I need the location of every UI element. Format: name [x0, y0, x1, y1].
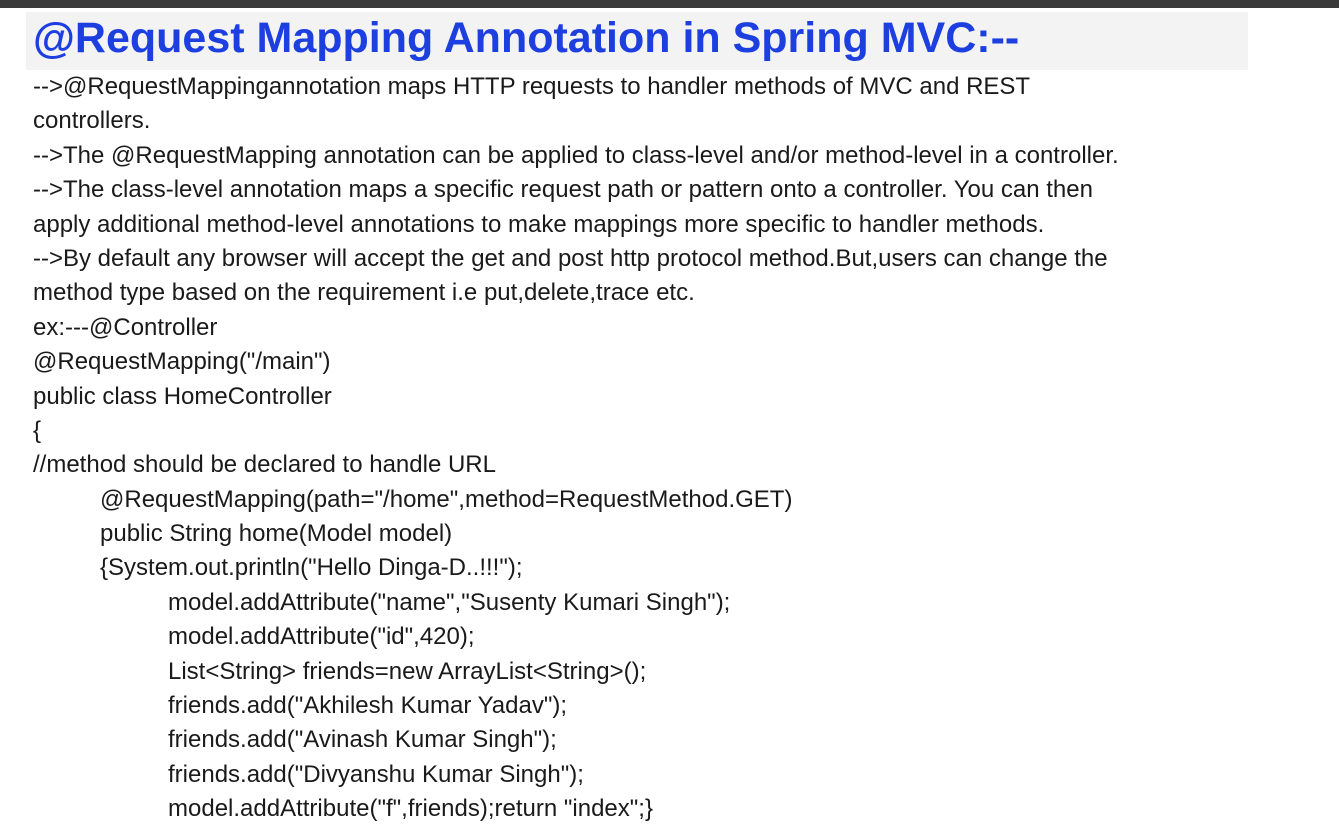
text-line: -->The class-level annotation maps a spe… — [33, 176, 1093, 204]
code-line: model.addAttribute("id",420); — [168, 623, 475, 651]
code-line: @RequestMapping("/main") — [33, 348, 331, 376]
text-line: method type based on the requirement i.e… — [33, 279, 695, 307]
code-line: public class HomeController — [33, 382, 332, 410]
code-line: model.addAttribute("name","Susenty Kumar… — [168, 588, 731, 616]
code-line: @RequestMapping(path="/home",method=Requ… — [100, 485, 793, 513]
code-line: public String home(Model model) — [100, 520, 453, 548]
page-title: @Request Mapping Annotation in Spring MV… — [33, 14, 1020, 62]
document-body: -->@RequestMappingannotation maps HTTP r… — [33, 70, 1323, 827]
code-line: model.addAttribute("f",friends);return "… — [168, 795, 653, 823]
code-line: ex:---@Controller — [33, 313, 218, 341]
text-line: -->By default any browser will accept th… — [33, 244, 1108, 272]
text-line: apply additional method-level annotation… — [33, 210, 1045, 238]
window-top-bar — [0, 0, 1339, 8]
code-comment-line: //method should be declared to handle UR… — [33, 451, 496, 479]
text-line: -->@RequestMappingannotation maps HTTP r… — [33, 73, 1031, 100]
code-line: friends.add("Avinash Kumar Singh"); — [168, 726, 557, 754]
code-line: {System.out.println("Hello Dinga-D..!!!"… — [100, 554, 523, 582]
code-line: friends.add("Divyanshu Kumar Singh"); — [168, 760, 584, 788]
text-line: controllers. — [33, 107, 151, 135]
code-line: { — [33, 416, 42, 444]
code-line: friends.add("Akhilesh Kumar Yadav"); — [168, 692, 568, 720]
code-line: List<String> friends=new ArrayList<Strin… — [168, 657, 647, 685]
text-line: -->The @RequestMapping annotation can be… — [33, 141, 1119, 169]
